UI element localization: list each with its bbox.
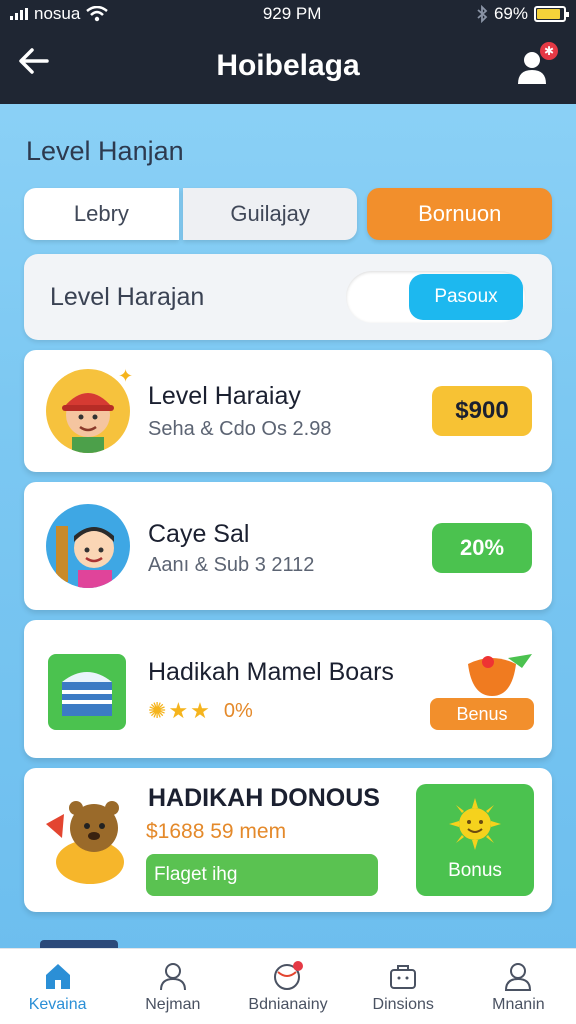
list-item[interactable]: Caye Sal Aanı & Sub 3 2112 20%	[24, 482, 552, 610]
star-icon: ★	[168, 698, 189, 723]
tab-bornuon[interactable]: Bornuon	[367, 188, 552, 240]
list-item[interactable]: ✦ Level Haraiay Seha & Cdo Os 2.98 $900	[24, 350, 552, 472]
cake-icon	[48, 654, 126, 730]
toggle-card: Level Harajan Pasoux	[24, 254, 552, 340]
bluetooth-icon	[477, 5, 488, 23]
person-icon	[159, 962, 186, 990]
wifi-icon	[86, 6, 109, 22]
app-header: Hoibelaga ✱	[0, 28, 576, 104]
signal-icon	[10, 8, 28, 20]
rating-value: 0%	[223, 699, 253, 722]
bonus-tile[interactable]: Bonus	[416, 784, 534, 896]
star-icon: ★	[190, 698, 210, 723]
card-title: Level Haraiay	[148, 382, 301, 410]
toggle-knob: Pasoux	[409, 274, 523, 320]
bonus-button[interactable]: Benus	[430, 698, 534, 730]
profile-button[interactable]: ✱	[514, 42, 558, 86]
bonus-tile-label: Bonus	[448, 860, 502, 881]
tab-lebry[interactable]: Lebry	[24, 188, 179, 240]
card-subtitle: Aanı & Sub 3 2112	[148, 554, 315, 576]
nav-item-profile[interactable]: Nejman	[115, 949, 230, 1024]
discount-badge[interactable]: 20%	[432, 523, 532, 573]
tab-bar: Lebry Guilajay Bornuon	[24, 188, 552, 240]
sun-icon: ✺	[148, 698, 167, 723]
ball-icon	[274, 960, 303, 990]
battery-icon	[533, 6, 569, 22]
page-title: Hoibelaga	[216, 49, 360, 82]
status-left: nosua	[10, 4, 109, 24]
nav-label: Kevaina	[28, 995, 87, 1013]
fruit-icon	[462, 650, 532, 700]
toggle-label: Level Harajan	[50, 282, 205, 311]
bag-icon	[390, 964, 417, 989]
avatar	[46, 504, 130, 588]
card-title: Caye Sal	[148, 520, 250, 548]
claim-button[interactable]: Flaget ihg	[146, 854, 378, 896]
nav-label: Nejman	[145, 995, 201, 1013]
card-subtitle: Seha & Cdo Os 2.98	[148, 418, 332, 440]
nav-item-notifications[interactable]: Bdnianainy	[230, 949, 345, 1024]
sparkle-icon: ✦	[118, 366, 134, 386]
card-title: Hadikah Mamel Boars	[148, 658, 394, 686]
toggle-switch[interactable]: Pasoux	[346, 271, 526, 323]
status-time: 929 PM	[262, 4, 322, 23]
price-text: $1688 59 mem	[146, 820, 287, 843]
bottom-nav: Kevaina Nejman Bdnianainy Dinsions Mnani…	[0, 948, 576, 1024]
account-icon	[505, 962, 532, 991]
list-item[interactable]: HADIKAH DONOUS $1688 59 mem Flaget ihg B…	[24, 768, 552, 912]
tab-guilajay[interactable]: Guilajay	[182, 188, 358, 240]
nav-item-dinsions[interactable]: Dinsions	[346, 949, 461, 1024]
bear-icon	[42, 794, 130, 886]
sun-face-icon	[449, 798, 501, 850]
status-right: 69%	[476, 4, 569, 24]
price-badge[interactable]: $900	[432, 386, 532, 436]
back-button[interactable]	[14, 44, 54, 84]
card-title: HADIKAH DONOUS	[148, 784, 380, 812]
nav-label: Bdnianainy	[248, 995, 328, 1013]
nav-item-account[interactable]: Mnanin	[461, 949, 576, 1024]
carrier-name: nosua	[34, 4, 81, 23]
home-icon	[45, 963, 70, 989]
status-bar: nosua 929 PM 69%	[0, 0, 576, 28]
list-item[interactable]: Hadikah Mamel Boars ✺ ★ ★ 0% Benus	[24, 620, 552, 758]
rating-stars: ✺ ★ ★ 0%	[148, 698, 253, 724]
nav-label: Mnanin	[492, 995, 545, 1013]
back-arrow-icon	[19, 48, 49, 74]
nav-item-home[interactable]: Kevaina	[0, 949, 115, 1024]
notification-badge: ✱	[540, 42, 558, 60]
battery-percent: 69%	[493, 4, 528, 23]
section-title: Level Hanjan	[26, 136, 184, 166]
nav-label: Dinsions	[372, 995, 434, 1013]
